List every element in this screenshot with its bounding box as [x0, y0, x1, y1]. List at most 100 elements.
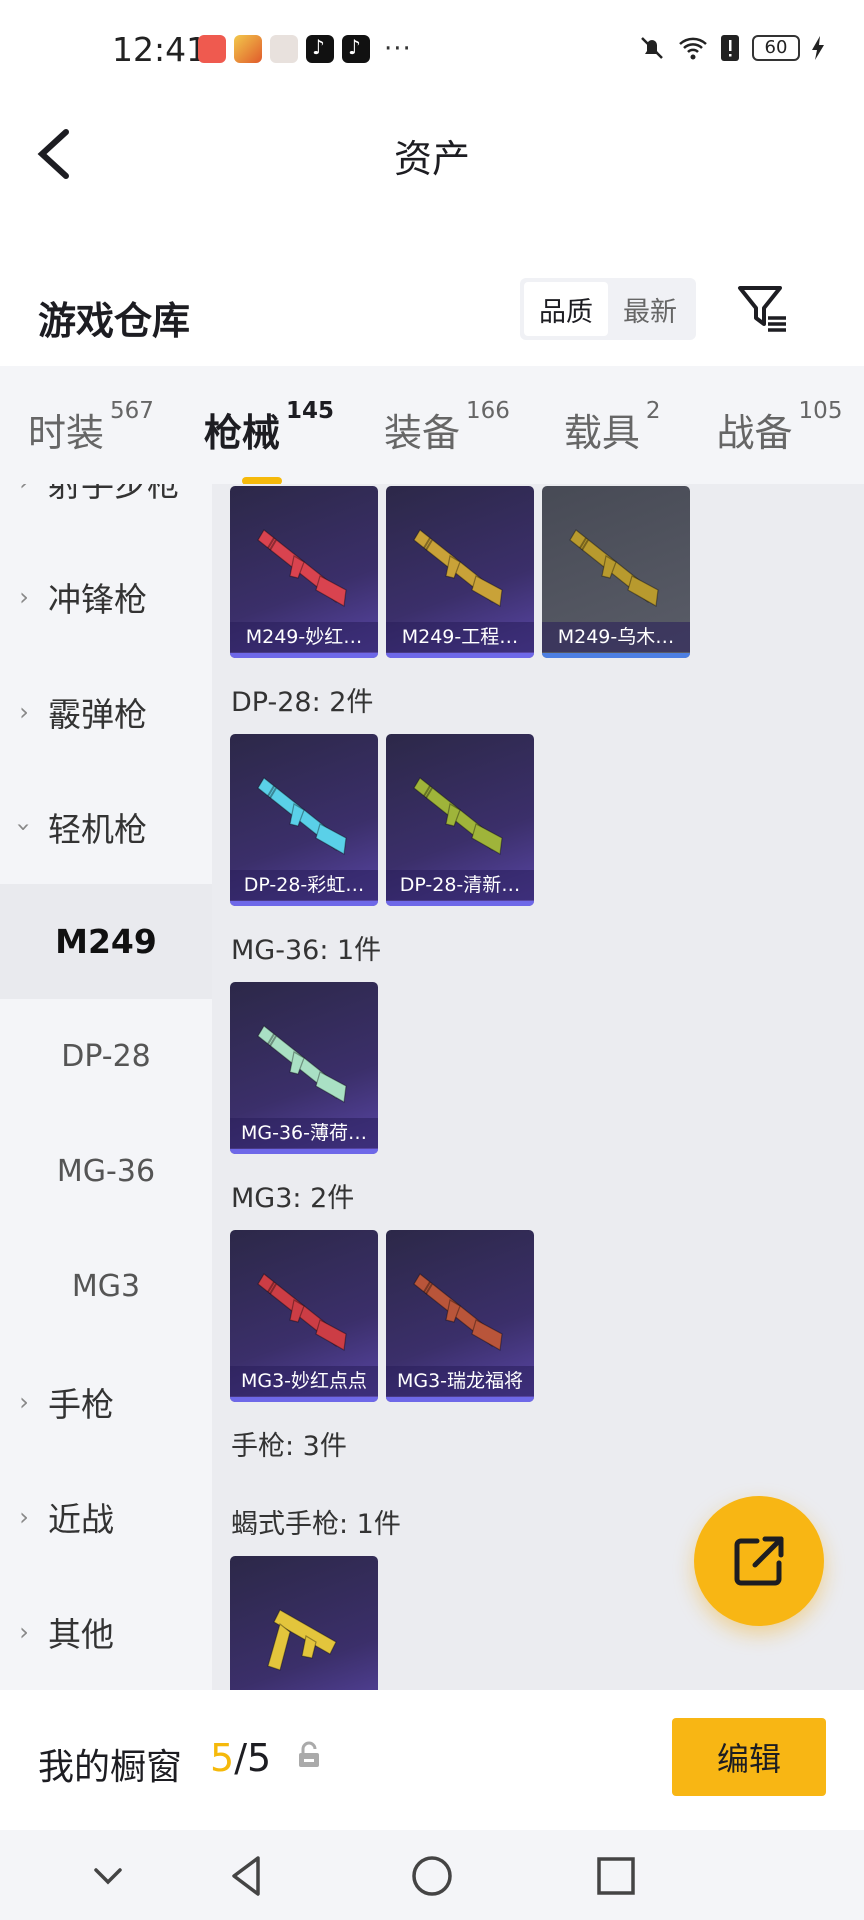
back-triangle-icon[interactable] [224, 1852, 272, 1900]
category-tabs: 时装 567 枪械 145 装备 166 载具 2 战备 105 [0, 366, 864, 485]
weapon-card[interactable]: MG-36-薄荷… [230, 982, 378, 1154]
chevron-right-icon: › [19, 1502, 29, 1531]
tab-count: 2 [645, 398, 661, 424]
section-header: 游戏仓库 品质 最新 [0, 270, 864, 356]
weapon-card[interactable] [230, 1556, 378, 1690]
rifle-icon [257, 777, 347, 855]
weapon-card[interactable]: DP-28-清新… [386, 734, 534, 906]
showcase-current: 5 [210, 1736, 235, 1780]
sidebar-item-marksman-rifle[interactable]: › 射手步枪 [0, 484, 212, 539]
gun-part [471, 823, 503, 855]
filter-icon[interactable] [736, 284, 790, 334]
tiktok-icon [306, 35, 334, 63]
sidebar-item-label: 射手步枪 [48, 484, 180, 504]
sidebar-item-other[interactable]: › 其他 [0, 1574, 212, 1689]
sidebar-item-label: 霰弹枪 [48, 694, 147, 734]
status-bar: 12:41 ··· 60 [0, 0, 864, 104]
tab-label: 载具 [563, 411, 640, 455]
gun-part [471, 1319, 503, 1351]
weapon-card-name: MG3-妙红点点 [230, 1366, 378, 1396]
group-label: 手枪: 3件 [231, 1431, 347, 1462]
rifle-icon [413, 529, 503, 607]
weapon-card[interactable]: M249-妙红… [230, 486, 378, 658]
sort-newest-option[interactable]: 最新 [608, 282, 692, 336]
sidebar-item-pistol[interactable]: › 手枪 [0, 1344, 212, 1459]
tab-supplies[interactable]: 战备 105 [716, 398, 843, 457]
tab-count: 166 [465, 398, 510, 424]
rifle-icon [413, 1273, 503, 1351]
sidebar-item-label: 轻机枪 [48, 809, 147, 849]
home-circle-icon[interactable] [408, 1852, 456, 1900]
sort-toggle: 品质 最新 [520, 278, 696, 340]
mute-bell-icon [641, 37, 663, 59]
weapon-card-name: M249-乌木… [542, 622, 690, 652]
showcase-label: 我的橱窗 [38, 1747, 183, 1788]
weapon-category-sidebar: › 射手步枪 › 冲锋枪 › 霰弹枪 › 轻机枪 M249 DP-28 MG-3… [0, 484, 212, 1690]
sim-alert-icon [721, 35, 739, 61]
weapon-card[interactable]: M249-乌木… [542, 486, 690, 658]
rifle-icon [569, 529, 659, 607]
system-icons: 60 [638, 34, 824, 62]
tab-label: 战备 [716, 411, 793, 455]
sidebar-item-smg[interactable]: › 冲锋枪 [0, 539, 212, 654]
sidebar-item-lmg[interactable]: › 轻机枪 [0, 769, 212, 884]
weapon-card[interactable]: MG3-妙红点点 [230, 1230, 378, 1402]
weapon-card-name: DP-28-彩虹… [230, 870, 378, 900]
share-icon [734, 1536, 784, 1586]
gun-part [627, 575, 659, 607]
tab-label: 时装 [28, 411, 105, 455]
group-label: 蝎式手枪: 1件 [231, 1509, 401, 1540]
system-nav-bar [0, 1830, 864, 1920]
showcase-total: /5 [234, 1736, 272, 1780]
lock-icon [299, 1741, 319, 1767]
tab-count: 145 [285, 398, 334, 424]
chevron-down-icon[interactable] [84, 1852, 132, 1900]
page-title: 资产 [393, 137, 470, 181]
tab-fashion[interactable]: 时装 567 [28, 398, 154, 457]
chevron-right-icon: › [0, 484, 48, 496]
rifle-icon [413, 777, 503, 855]
tab-count: 567 [110, 398, 154, 424]
sidebar-item-label: 手枪 [48, 1384, 114, 1424]
edit-button[interactable]: 编辑 [672, 1718, 826, 1796]
weapon-card-name: DP-28-清新… [386, 870, 534, 900]
weapon-card[interactable]: MG3-瑞龙福将 [386, 1230, 534, 1402]
sidebar-subitem-dp28[interactable]: DP-28 [0, 999, 212, 1114]
gun-part [315, 823, 347, 855]
sidebar-item-label: 近战 [48, 1499, 114, 1539]
weapon-card[interactable]: DP-28-彩虹… [230, 734, 378, 906]
gun-part [315, 575, 347, 607]
tab-vehicles[interactable]: 载具 2 [563, 398, 661, 457]
weapon-card[interactable]: M249-工程… [386, 486, 534, 658]
sort-quality-option[interactable]: 品质 [524, 282, 608, 336]
rifle-icon [257, 529, 347, 607]
sidebar-subitem-mg36[interactable]: MG-36 [0, 1114, 212, 1229]
group-label: DP-28: 2件 [231, 687, 374, 718]
sidebar-subitem-mg3[interactable]: MG3 [0, 1229, 212, 1344]
title-bar: 资产 [0, 104, 864, 204]
rifle-icon [257, 1273, 347, 1351]
tab-label: 枪械 [203, 411, 280, 455]
sidebar-subitem-m249[interactable]: M249 [0, 884, 212, 999]
gun-part [315, 1071, 347, 1103]
section-title: 游戏仓库 [38, 299, 191, 343]
gun-part [315, 1319, 347, 1351]
showcase-count: 5/5 [210, 1736, 271, 1780]
sidebar-item-label: 冲锋枪 [48, 579, 147, 619]
share-button[interactable] [694, 1496, 824, 1626]
tab-firearms[interactable]: 枪械 145 [203, 398, 334, 485]
weapon-card-name: MG-36-薄荷… [230, 1118, 378, 1148]
group-label: MG-36: 1件 [231, 935, 382, 966]
chevron-right-icon: › [19, 1387, 29, 1416]
app-notification-icon [198, 35, 226, 63]
gun-part [267, 1622, 291, 1671]
chevron-right-icon: › [19, 582, 29, 611]
showcase-bar: 我的橱窗 5/5 编辑 [0, 1690, 864, 1830]
pistol-icon [267, 1609, 337, 1671]
recents-square-icon[interactable] [592, 1852, 640, 1900]
status-time: 12:41 [112, 30, 208, 69]
sidebar-item-melee[interactable]: › 近战 [0, 1459, 212, 1574]
tab-equipment[interactable]: 装备 166 [384, 398, 510, 457]
sidebar-item-shotgun[interactable]: › 霰弹枪 [0, 654, 212, 769]
app-notification-icon [234, 35, 262, 63]
